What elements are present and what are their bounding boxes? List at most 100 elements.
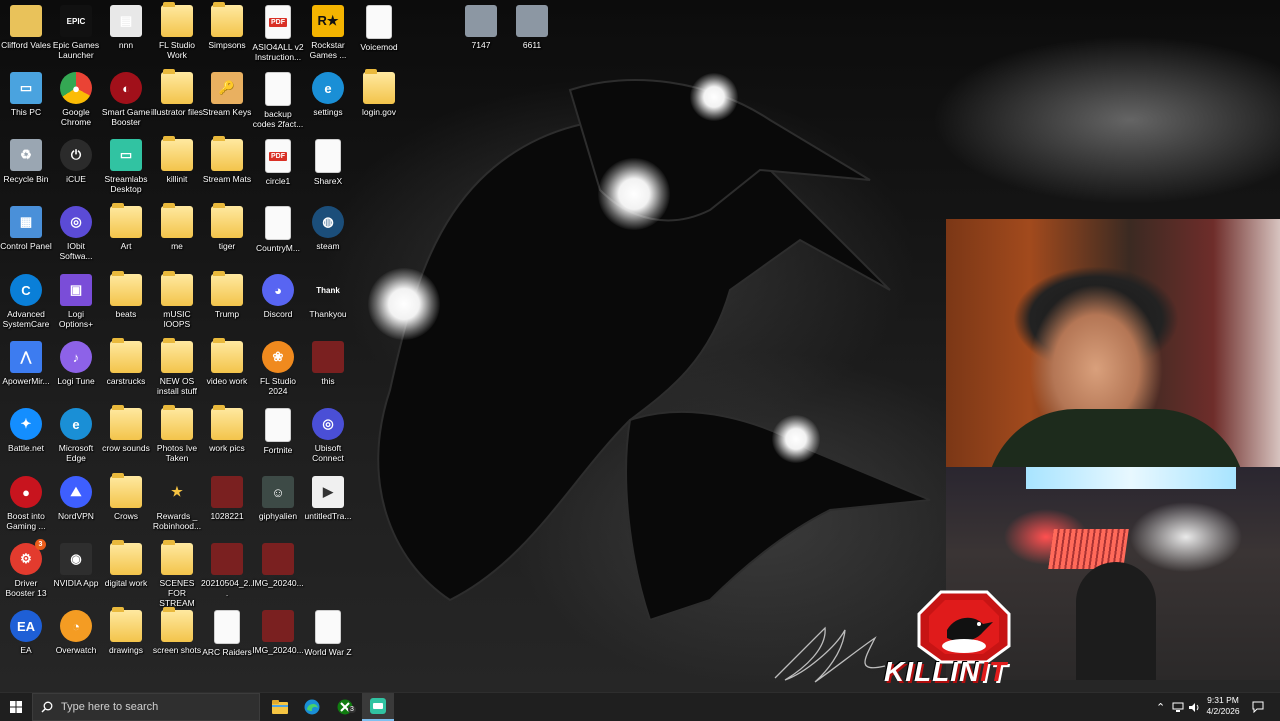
desktop-icon-giphyalien[interactable]: ☺ giphyalien: [252, 476, 304, 521]
search-icon: [41, 701, 53, 713]
desktop-icon-crows[interactable]: Crows: [100, 473, 152, 521]
desktop-icon-smart-game-booster[interactable]: ◐ Smart Game Booster: [100, 72, 152, 127]
desktop-icon-illustrator-files[interactable]: illustrator files: [151, 69, 203, 117]
desktop-icon-photos-ive-taken[interactable]: Photos Ive Taken: [151, 405, 203, 463]
taskbar-search-box[interactable]: [32, 693, 260, 721]
desktop-icon-crow-sounds[interactable]: crow sounds: [100, 405, 152, 453]
desktop-icon-ubisoft-connect[interactable]: ◎ Ubisoft Connect: [302, 408, 354, 463]
desktop-icon-drawings[interactable]: drawings: [100, 607, 152, 655]
desktop-icon-thankyou[interactable]: Thank Thankyou: [302, 274, 354, 320]
alien-image-icon: ☺: [262, 476, 294, 508]
desktop-icon-this[interactable]: this: [302, 341, 354, 386]
desktop-icon-boost-into-gaming[interactable]: ● Boost into Gaming ...: [0, 476, 52, 531]
desktop-icon-voicemod[interactable]: Voicemod: [353, 5, 405, 52]
taskbar-file-explorer[interactable]: [264, 693, 296, 721]
desktop-icon-clifford-vales[interactable]: Clifford Vales: [0, 5, 52, 50]
app-window-icon: ▤: [110, 5, 142, 37]
desktop-icon-settings[interactable]: e settings: [302, 72, 354, 117]
desktop-icon-ea[interactable]: EA EA: [0, 610, 52, 655]
folder-icon: [161, 271, 193, 306]
desktop-icon-sharex[interactable]: ShareX: [302, 139, 354, 186]
thank-you-image-icon: Thank: [316, 285, 340, 295]
desktop-icon-recycle-bin[interactable]: ♻ Recycle Bin: [0, 139, 52, 184]
desktop-icon-advanced-systemcare[interactable]: C Advanced SystemCare: [0, 274, 52, 329]
desktop-icon-fortnite[interactable]: Fortnite: [252, 408, 304, 455]
desktop-icon-beats[interactable]: beats: [100, 271, 152, 319]
desktop-icon-asio4all-v2-instruction[interactable]: PDF ASIO4ALL v2 Instruction...: [252, 5, 304, 62]
desktop-icon-carstrucks[interactable]: carstrucks: [100, 338, 152, 386]
desktop-icon-fl-studio-work[interactable]: FL Studio Work: [151, 2, 203, 60]
start-button[interactable]: [0, 693, 32, 721]
desktop-icon-driver-booster-13[interactable]: ⚙ 3 Driver Booster 13: [0, 539, 52, 598]
desktop-icon-video-work[interactable]: video work: [201, 338, 253, 386]
desktop-icon-overwatch[interactable]: ◔ Overwatch: [50, 610, 102, 655]
desktop-icon-digital-work[interactable]: digital work: [100, 540, 152, 588]
taskbar-clock[interactable]: 9:31 PM 4/2/2026: [1198, 695, 1248, 717]
desktop-icon-label: Boost into Gaming ...: [6, 511, 46, 531]
epic-games-icon: EPIC: [60, 5, 92, 37]
desktop-icon-untitledtra[interactable]: ▶ untitledTra...: [302, 476, 354, 521]
network-icon[interactable]: [1172, 693, 1184, 721]
desktop-icon-battle-net[interactable]: ✦ Battle.net: [0, 408, 52, 453]
desktop-icon-music-loops[interactable]: mUSIC lOOPS: [151, 271, 203, 329]
desktop-icon-tiger[interactable]: tiger: [201, 203, 253, 251]
taskbar-xbox[interactable]: 3: [329, 693, 361, 721]
desktop-icon-work-pics[interactable]: work pics: [201, 405, 253, 453]
desktop-icon-backup-codes-2fact[interactable]: backup codes 2fact...: [252, 72, 304, 129]
desktop-icon-circle1[interactable]: PDF circle1: [252, 139, 304, 186]
desktop-icon-fl-studio-2024[interactable]: ❀ FL Studio 2024: [252, 341, 304, 396]
desktop-icon-countrym[interactable]: CountryM...: [252, 206, 304, 253]
desktop-icon-img-20240[interactable]: IMG_20240...: [252, 610, 304, 655]
desktop-icon-simpsons[interactable]: Simpsons: [201, 2, 253, 50]
desktop-icon-discord[interactable]: ◕ Discord: [252, 274, 304, 319]
desktop-icon-label: Simpsons: [208, 40, 246, 50]
desktop-icon-apowermir[interactable]: ⋀ ApowerMir...: [0, 341, 52, 386]
taskbar-streamlabs[interactable]: [362, 693, 394, 721]
desktop-icon-microsoft-edge[interactable]: e Microsoft Edge: [50, 408, 102, 463]
edge-icon: [304, 699, 320, 715]
desktop-icon-epic-games-launcher[interactable]: EPIC Epic Games Launcher: [50, 5, 102, 60]
desktop-icon-20210504-2[interactable]: 20210504_2...: [201, 543, 253, 598]
desktop-icon-stream-keys[interactable]: 🔑 Stream Keys: [201, 72, 253, 117]
desktop-icon-me[interactable]: me: [151, 203, 203, 251]
document-icon: [315, 139, 341, 173]
desktop-icon-rewards-robinhood[interactable]: ★ Rewards _ Robinhood...: [151, 476, 203, 531]
desktop-icon-new-os-install-stuff[interactable]: NEW OS install stuff: [151, 338, 203, 396]
folder-icon: [211, 405, 243, 440]
desktop-icon-control-panel[interactable]: ▦ Control Panel: [0, 206, 52, 251]
discord-icon: ◕: [262, 274, 294, 306]
desktop-icon-world-war-z[interactable]: World War Z: [302, 610, 354, 657]
desktop-icon-this-pc[interactable]: ▭ This PC: [0, 72, 52, 117]
desktop-icon-label: carstrucks: [106, 376, 146, 386]
desktop-icon-stream-mats[interactable]: Stream Mats: [201, 136, 253, 184]
desktop-icon-icue[interactable]: ⏻ iCUE: [50, 139, 102, 184]
desktop-icon-screen-shots[interactable]: screen shots: [151, 607, 203, 655]
notification-center-icon[interactable]: [1252, 693, 1264, 721]
desktop-icon-nnn[interactable]: ▤ nnn: [100, 5, 152, 50]
desktop-icon-streamlabs-desktop[interactable]: ▭ Streamlabs Desktop: [100, 139, 152, 194]
desktop-icon-1028221[interactable]: 1028221: [201, 476, 253, 521]
desktop-icon-steam[interactable]: ◍ steam: [302, 206, 354, 251]
desktop-icon-scenes-for-stream[interactable]: SCENES FOR STREAM: [151, 540, 203, 608]
desktop-icon-nordvpn[interactable]: ⛰ NordVPN: [50, 476, 102, 521]
search-input[interactable]: [61, 701, 251, 713]
desktop-icon-img-20240[interactable]: IMG_20240...: [252, 543, 304, 588]
desktop-icon-6611[interactable]: 6611: [506, 5, 558, 50]
desktop-icon-trump[interactable]: Trump: [201, 271, 253, 319]
desktop-icon-arc-raiders[interactable]: ARC Raiders: [201, 610, 253, 657]
tray-overflow-chevron-icon[interactable]: ⌃: [1156, 693, 1165, 721]
desktop-icon-login-gov[interactable]: login.gov: [353, 69, 405, 117]
desktop-icon-label: settings: [313, 107, 343, 117]
desktop-icon-art[interactable]: Art: [100, 203, 152, 251]
desktop-icon-killinit[interactable]: killinit: [151, 136, 203, 184]
desktop-icon-label: Trump: [214, 309, 240, 319]
desktop-icon-logi-tune[interactable]: ♪ Logi Tune: [50, 341, 102, 386]
desktop-icon-rockstar-games[interactable]: R★ Rockstar Games ...: [302, 5, 354, 60]
desktop-icon-logi-options[interactable]: ▣ Logi Options+: [50, 274, 102, 329]
desktop-icon-nvidia-app[interactable]: ◉ NVIDIA App: [50, 543, 102, 588]
desktop-icon-google-chrome[interactable]: ● Google Chrome: [50, 72, 102, 127]
desktop-icon-iobit-softwa[interactable]: ◎ IObit Softwa...: [50, 206, 102, 261]
taskbar-edge[interactable]: [296, 693, 328, 721]
desktop-icon-label: ApowerMir...: [2, 376, 50, 386]
desktop-icon-7147[interactable]: 7147: [455, 5, 507, 50]
